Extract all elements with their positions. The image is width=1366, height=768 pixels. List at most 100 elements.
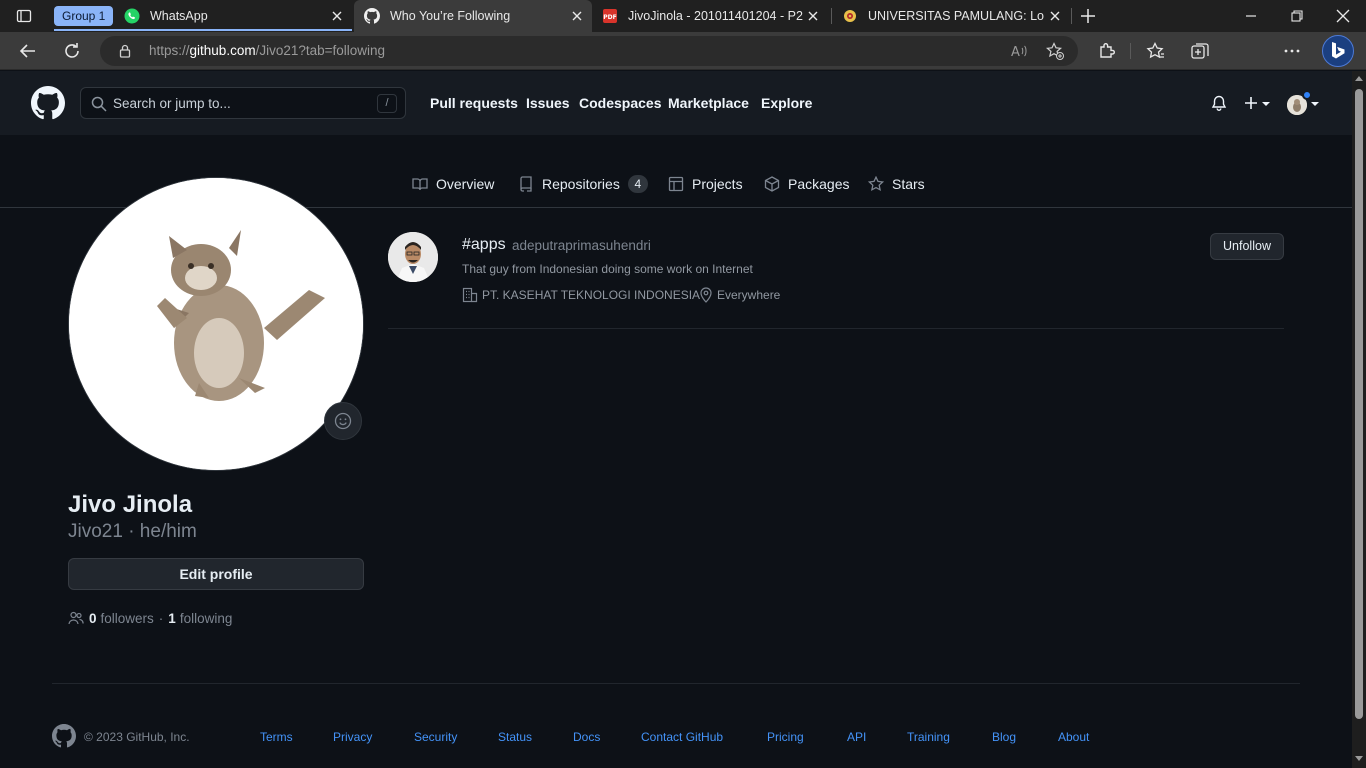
tab-projects[interactable]: Projects bbox=[668, 175, 743, 193]
collections-icon[interactable] bbox=[1190, 41, 1210, 61]
following-link[interactable]: 1 following bbox=[168, 611, 232, 626]
user-menu-caret-icon[interactable] bbox=[1311, 102, 1319, 106]
restore-icon bbox=[1291, 10, 1303, 22]
tab-group-label[interactable]: Group 1 bbox=[54, 6, 114, 26]
footer-link-terms[interactable]: Terms bbox=[260, 730, 293, 744]
close-window-button[interactable] bbox=[1320, 0, 1366, 32]
tab-label: Packages bbox=[788, 176, 850, 192]
edit-profile-button[interactable]: Edit profile bbox=[68, 558, 364, 590]
following-user-name[interactable]: #apps bbox=[462, 236, 506, 254]
followers-link[interactable]: 0 followers bbox=[89, 611, 154, 626]
footer-link-docs[interactable]: Docs bbox=[573, 730, 600, 744]
following-user-avatar[interactable] bbox=[388, 232, 438, 282]
github-footer-logo-icon[interactable] bbox=[52, 724, 76, 748]
scroll-up-arrow-icon[interactable] bbox=[1355, 76, 1363, 81]
search-placeholder: Search or jump to... bbox=[113, 96, 231, 111]
unpam-icon bbox=[844, 10, 856, 22]
bing-chat-button[interactable] bbox=[1322, 35, 1354, 67]
followers-label: followers bbox=[100, 610, 154, 626]
read-aloud-icon[interactable]: A bbox=[1010, 43, 1028, 59]
svg-text:A: A bbox=[1011, 45, 1020, 59]
scrollbar-thumb[interactable] bbox=[1355, 89, 1363, 719]
tab-overview[interactable]: Overview bbox=[412, 175, 494, 193]
tab-title: UNIVERSITAS PAMULANG: Log in bbox=[868, 9, 1044, 23]
close-tab-icon[interactable] bbox=[1048, 9, 1062, 23]
restore-button[interactable] bbox=[1274, 0, 1320, 32]
footer-link-status[interactable]: Status bbox=[498, 730, 532, 744]
browser-tab-whatsapp[interactable]: WhatsApp bbox=[124, 0, 352, 32]
browser-tab-unpam[interactable]: UNIVERSITAS PAMULANG: Log in bbox=[842, 0, 1070, 32]
close-tab-icon[interactable] bbox=[330, 9, 344, 23]
github-header: Search or jump to... / Pull requests Iss… bbox=[0, 71, 1352, 135]
location-icon bbox=[700, 287, 712, 303]
tab-stars[interactable]: Stars bbox=[868, 175, 925, 193]
close-tab-icon[interactable] bbox=[570, 9, 584, 23]
nav-pull-requests[interactable]: Pull requests bbox=[430, 95, 518, 111]
nav-issues[interactable]: Issues bbox=[526, 95, 570, 111]
following-user-location: Everywhere bbox=[699, 286, 780, 304]
url-text[interactable]: https://github.com/Jivo21?tab=following bbox=[149, 43, 385, 58]
tab-packages[interactable]: Packages bbox=[764, 175, 849, 193]
lock-icon[interactable] bbox=[118, 44, 132, 58]
new-tab-icon[interactable] bbox=[1080, 8, 1096, 24]
profile-login-pronouns: Jivo21 · he/him bbox=[68, 521, 197, 542]
footer-link-contact[interactable]: Contact GitHub bbox=[641, 730, 723, 744]
close-tab-icon[interactable] bbox=[806, 9, 820, 23]
package-icon bbox=[764, 176, 780, 192]
more-options-icon[interactable] bbox=[1282, 41, 1302, 61]
minimize-icon bbox=[1246, 15, 1256, 17]
back-arrow-icon[interactable] bbox=[18, 41, 38, 61]
search-shortcut-hint: / bbox=[377, 94, 397, 113]
search-icon bbox=[91, 96, 107, 112]
location-text: Everywhere bbox=[717, 288, 781, 302]
github-logo-icon[interactable] bbox=[31, 86, 65, 120]
profile-name: Jivo Jinola bbox=[68, 491, 193, 518]
bell-icon[interactable] bbox=[1211, 95, 1227, 111]
close-icon bbox=[1336, 9, 1350, 23]
create-menu-caret-icon[interactable] bbox=[1262, 102, 1270, 106]
nav-marketplace[interactable]: Marketplace bbox=[668, 95, 749, 111]
browser-tab-github-active[interactable]: Who You’re Following bbox=[354, 0, 592, 32]
footer-link-blog[interactable]: Blog bbox=[992, 730, 1016, 744]
svg-text:PDF: PDF bbox=[603, 14, 616, 21]
tab-title: WhatsApp bbox=[150, 9, 208, 23]
profile-avatar[interactable] bbox=[68, 177, 364, 471]
footer-link-security[interactable]: Security bbox=[414, 730, 457, 744]
bing-icon bbox=[1332, 42, 1345, 59]
set-status-button[interactable] bbox=[324, 402, 362, 440]
plus-icon[interactable] bbox=[1243, 95, 1259, 111]
search-input[interactable]: Search or jump to... / bbox=[80, 87, 406, 119]
footer-link-training[interactable]: Training bbox=[907, 730, 950, 744]
scroll-down-arrow-icon[interactable] bbox=[1355, 756, 1363, 761]
tab-title: Who You’re Following bbox=[390, 9, 511, 23]
unfollow-button[interactable]: Unfollow bbox=[1210, 233, 1284, 260]
github-icon bbox=[364, 8, 380, 24]
extensions-icon[interactable] bbox=[1097, 41, 1117, 61]
refresh-icon[interactable] bbox=[62, 41, 82, 61]
whatsapp-icon bbox=[124, 8, 140, 24]
following-label: following bbox=[179, 610, 233, 626]
nav-codespaces[interactable]: Codespaces bbox=[579, 95, 661, 111]
following-user-login[interactable]: adeputraprimasuhendri bbox=[512, 238, 651, 253]
tab-label: Repositories bbox=[542, 176, 620, 192]
nav-explore[interactable]: Explore bbox=[761, 95, 812, 111]
add-favorite-icon[interactable] bbox=[1046, 42, 1064, 60]
footer-link-pricing[interactable]: Pricing bbox=[767, 730, 804, 744]
tab-title: JivoJinola - 201011401204 - P2 - N bbox=[628, 9, 806, 23]
browser-tab-pdf[interactable]: PDF JivoJinola - 201011401204 - P2 - N bbox=[602, 0, 828, 32]
tab-repositories[interactable]: Repositories 4 bbox=[518, 175, 648, 193]
footer-link-about[interactable]: About bbox=[1058, 730, 1089, 744]
following-user-avatar-image bbox=[388, 232, 438, 282]
footer-link-api[interactable]: API bbox=[847, 730, 866, 744]
address-bar[interactable]: https://github.com/Jivo21?tab=following … bbox=[100, 36, 1078, 66]
pdf-icon: PDF bbox=[603, 9, 617, 23]
tab-separator bbox=[831, 8, 832, 24]
minimize-button[interactable] bbox=[1228, 0, 1274, 32]
organization-icon bbox=[462, 287, 478, 303]
toolbar-separator bbox=[1130, 43, 1131, 59]
favorites-icon[interactable] bbox=[1146, 41, 1166, 61]
tab-actions-icon[interactable] bbox=[16, 8, 32, 24]
url-host: github.com bbox=[189, 43, 256, 58]
profile-avatar-image bbox=[69, 178, 363, 470]
footer-link-privacy[interactable]: Privacy bbox=[333, 730, 372, 744]
